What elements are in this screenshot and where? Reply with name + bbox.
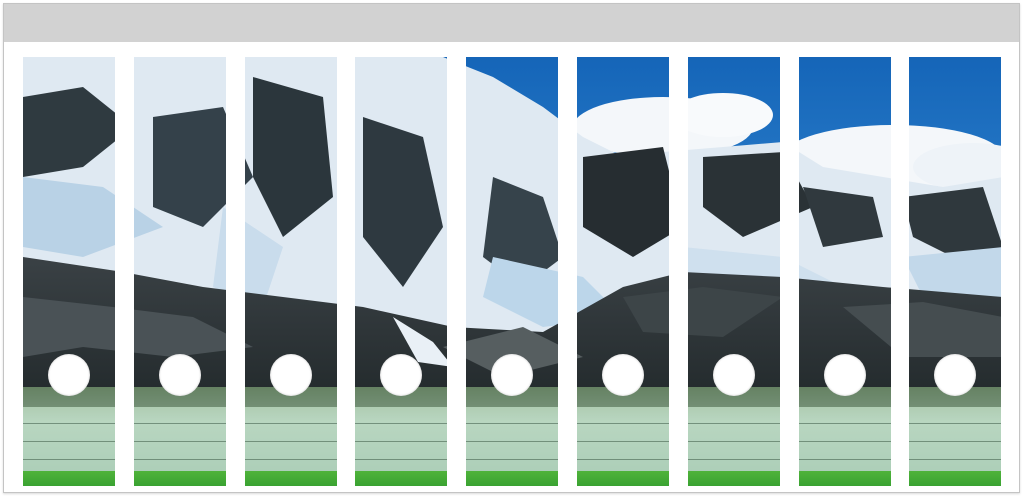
- writing-line: [798, 459, 891, 460]
- writing-area: [133, 407, 226, 473]
- label-strip: [466, 57, 559, 486]
- writing-line: [23, 441, 115, 442]
- green-footer-band: [466, 471, 559, 486]
- finger-hole: [269, 354, 312, 396]
- green-footer-band: [909, 471, 1002, 486]
- writing-line: [23, 423, 115, 424]
- writing-line: [355, 423, 448, 424]
- writing-line: [798, 423, 891, 424]
- label-strip: [687, 57, 780, 486]
- writing-area: [23, 407, 115, 473]
- label-strip: [577, 57, 669, 486]
- label-strip: [909, 57, 1002, 486]
- finger-hole: [48, 354, 90, 396]
- writing-line: [687, 459, 780, 460]
- writing-line: [133, 459, 226, 460]
- writing-line: [355, 459, 448, 460]
- header-bar: [4, 4, 1019, 42]
- finger-hole: [158, 354, 201, 396]
- writing-line: [909, 459, 1002, 460]
- writing-line: [466, 423, 559, 424]
- finger-hole: [602, 354, 644, 396]
- writing-line: [355, 441, 448, 442]
- writing-area: [355, 407, 448, 473]
- writing-line: [244, 441, 337, 442]
- green-footer-band: [244, 471, 337, 486]
- green-footer-band: [133, 471, 226, 486]
- writing-area: [577, 407, 669, 473]
- writing-area: [909, 407, 1002, 473]
- label-strip: [244, 57, 337, 486]
- writing-line: [798, 441, 891, 442]
- writing-line: [23, 459, 115, 460]
- writing-line: [466, 459, 559, 460]
- green-footer-band: [687, 471, 780, 486]
- writing-line: [577, 441, 669, 442]
- writing-line: [909, 423, 1002, 424]
- writing-line: [577, 459, 669, 460]
- label-strip: [355, 57, 448, 486]
- finger-hole: [823, 354, 866, 396]
- writing-line: [133, 441, 226, 442]
- label-sheet: [3, 3, 1020, 493]
- writing-line: [466, 441, 559, 442]
- green-footer-band: [355, 471, 448, 486]
- writing-line: [244, 459, 337, 460]
- writing-line: [133, 423, 226, 424]
- writing-area: [687, 407, 780, 473]
- green-footer-band: [577, 471, 669, 486]
- writing-area: [244, 407, 337, 473]
- writing-line: [577, 423, 669, 424]
- writing-line: [687, 423, 780, 424]
- label-strip: [798, 57, 891, 486]
- writing-area: [466, 407, 559, 473]
- label-strip: [133, 57, 226, 486]
- writing-area: [798, 407, 891, 473]
- writing-line: [909, 441, 1002, 442]
- writing-line: [687, 441, 780, 442]
- finger-hole: [491, 354, 534, 396]
- finger-hole: [712, 354, 755, 396]
- green-footer-band: [23, 471, 115, 486]
- green-footer-band: [798, 471, 891, 486]
- writing-line: [244, 423, 337, 424]
- label-strip: [23, 57, 115, 486]
